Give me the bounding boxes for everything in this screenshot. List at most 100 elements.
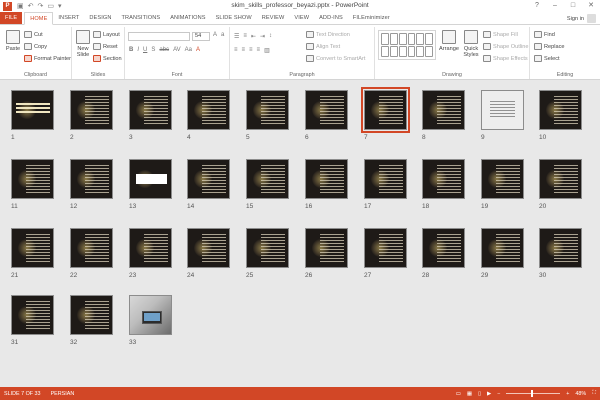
tab-design[interactable]: DESIGN: [84, 12, 116, 24]
slideshow-view-icon[interactable]: ▶: [487, 391, 491, 397]
shape-icon[interactable]: [389, 45, 398, 57]
paste-button[interactable]: Paste: [3, 30, 23, 52]
arrange-button[interactable]: Arrange: [439, 30, 459, 52]
reset-button[interactable]: Reset: [93, 43, 118, 50]
slide-thumbnail[interactable]: [70, 228, 113, 268]
align-center-icon[interactable]: ≡: [242, 47, 246, 54]
grow-font-icon[interactable]: A: [213, 32, 217, 38]
slide-thumbnail[interactable]: [187, 159, 230, 199]
slide-thumbnail[interactable]: [305, 159, 348, 199]
underline-icon[interactable]: U: [143, 47, 147, 53]
zoom-slider-knob[interactable]: [531, 390, 534, 397]
shadow-icon[interactable]: S: [151, 47, 155, 53]
align-text-button[interactable]: Align Text: [306, 43, 340, 50]
slide-thumbnail[interactable]: [70, 295, 113, 335]
italic-icon[interactable]: I: [137, 47, 139, 53]
tab-add-ins[interactable]: ADD-INS: [314, 12, 348, 24]
zoom-in-icon[interactable]: +: [566, 391, 569, 397]
reading-view-icon[interactable]: ▯: [478, 391, 481, 397]
select-button[interactable]: Select: [534, 55, 560, 62]
shape-icon[interactable]: [381, 45, 389, 57]
change-case-icon[interactable]: Aa: [185, 47, 192, 53]
slide-thumbnail[interactable]: [187, 228, 230, 268]
undo-icon[interactable]: ↶: [28, 2, 34, 10]
decrease-indent-icon[interactable]: ⇤: [251, 33, 256, 40]
slide-thumbnail[interactable]: [187, 90, 230, 130]
shape-icon[interactable]: [407, 33, 416, 45]
shape-icon[interactable]: [398, 45, 407, 57]
strikethrough-icon[interactable]: abc: [159, 47, 169, 53]
shape-outline-button[interactable]: Shape Outline: [483, 43, 528, 50]
slide-thumbnail[interactable]: [11, 228, 54, 268]
save-icon[interactable]: ▣: [17, 2, 24, 10]
replace-button[interactable]: Replace: [534, 43, 565, 50]
tab-view[interactable]: VIEW: [289, 12, 314, 24]
tab-animations[interactable]: ANIMATIONS: [165, 12, 210, 24]
align-right-icon[interactable]: ≡: [249, 47, 253, 54]
columns-icon[interactable]: ▥: [264, 47, 270, 54]
maximize-button[interactable]: □: [564, 0, 582, 12]
slide-thumbnail[interactable]: [305, 228, 348, 268]
slide-thumbnail[interactable]: [70, 90, 113, 130]
format-painter-button[interactable]: Format Painter: [24, 55, 71, 62]
numbering-icon[interactable]: ≡: [243, 33, 247, 40]
shape-icon[interactable]: [389, 33, 398, 45]
slide-thumbnail[interactable]: [129, 295, 172, 335]
font-size-box[interactable]: 54: [192, 32, 210, 41]
cut-button[interactable]: Cut: [24, 31, 43, 38]
slide-thumbnail[interactable]: [305, 90, 348, 130]
shape-fill-button[interactable]: Shape Fill: [483, 31, 518, 38]
tab-transitions[interactable]: TRANSITIONS: [116, 12, 165, 24]
slide-thumbnail[interactable]: [70, 159, 113, 199]
avatar[interactable]: [587, 14, 596, 23]
powerpoint-app-icon[interactable]: P: [3, 1, 12, 11]
slide-thumbnail[interactable]: [422, 159, 465, 199]
start-from-beginning-icon[interactable]: ▭: [47, 2, 54, 10]
slide-thumbnail[interactable]: [246, 228, 289, 268]
copy-button[interactable]: Copy: [24, 43, 47, 50]
slide-thumbnail[interactable]: [11, 90, 54, 130]
shapes-gallery[interactable]: [378, 30, 436, 60]
align-left-icon[interactable]: ≡: [234, 47, 238, 54]
slide-thumbnail[interactable]: [11, 295, 54, 335]
find-button[interactable]: Find: [534, 31, 555, 38]
slide-thumbnail[interactable]: [364, 159, 407, 199]
tab-home[interactable]: HOME: [24, 12, 54, 25]
slide-thumbnail[interactable]: [129, 159, 172, 199]
shape-effects-button[interactable]: Shape Effects: [483, 55, 528, 62]
shape-icon[interactable]: [425, 45, 433, 57]
shape-icon[interactable]: [398, 33, 407, 45]
slide-sorter-view-icon[interactable]: ▦: [467, 391, 472, 397]
char-spacing-icon[interactable]: AV: [173, 47, 181, 53]
bullets-icon[interactable]: ☰: [234, 33, 239, 40]
section-button[interactable]: Section: [93, 55, 122, 62]
font-color-icon[interactable]: A: [196, 47, 200, 53]
minimize-button[interactable]: –: [546, 0, 564, 12]
redo-icon[interactable]: ↷: [38, 2, 44, 10]
tab-fileminimizer[interactable]: FILEminimizer: [348, 12, 395, 24]
slide-thumbnail[interactable]: [539, 228, 582, 268]
slide-thumbnail[interactable]: [539, 159, 582, 199]
shape-icon[interactable]: [381, 33, 389, 45]
slide-thumbnail[interactable]: [481, 159, 524, 199]
slide-thumbnail[interactable]: [481, 90, 524, 130]
slide-thumbnail[interactable]: [422, 228, 465, 268]
slide-sorter-pane[interactable]: 1 2 3 4 5 6 7 8 9 10 11 12 13 14 15 16 17 18 19 20 21 22 23 24 2…: [0, 80, 600, 387]
slide-indicator[interactable]: SLIDE 7 OF 33: [4, 391, 41, 397]
slide-thumbnail[interactable]: [361, 87, 410, 133]
quick-styles-button[interactable]: Quick Styles: [461, 30, 481, 59]
slide-thumbnail[interactable]: [422, 90, 465, 130]
slide-thumbnail[interactable]: [539, 90, 582, 130]
slide-thumbnail[interactable]: [246, 90, 289, 130]
slide-thumbnail[interactable]: [129, 90, 172, 130]
slide-thumbnail[interactable]: [246, 159, 289, 199]
bold-icon[interactable]: B: [129, 47, 133, 53]
layout-button[interactable]: Layout: [93, 31, 120, 38]
font-name-box[interactable]: [128, 32, 190, 41]
shape-icon[interactable]: [425, 33, 433, 45]
shape-icon[interactable]: [416, 33, 425, 45]
tab-slide-show[interactable]: SLIDE SHOW: [211, 12, 257, 24]
increase-indent-icon[interactable]: ⇥: [260, 33, 265, 40]
help-button[interactable]: ?: [528, 0, 546, 12]
text-direction-button[interactable]: Text Direction: [306, 31, 350, 38]
